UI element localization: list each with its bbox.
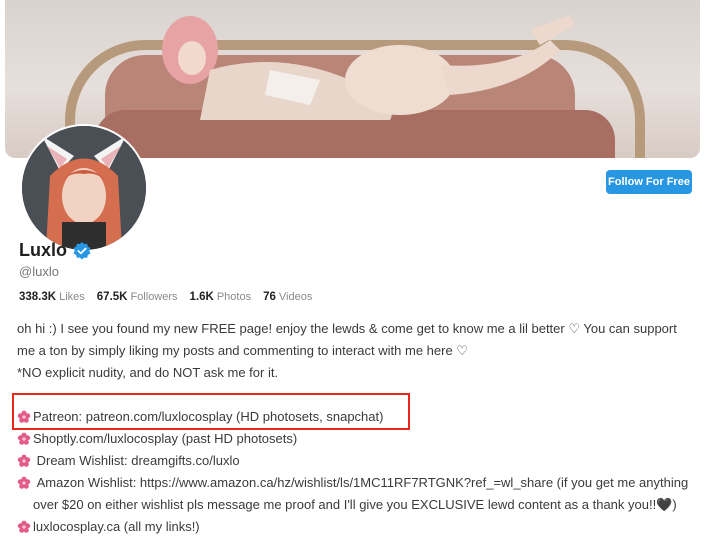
profile-stats: 338.3K Likes 67.5K Followers 1.6K Photos 76… — [19, 291, 312, 303]
bio-link-amazon-wishlist[interactable]: Amazon Wishlist: https://www.amazon.ca/h… — [17, 472, 697, 516]
bio-link-text: Shoptly.com/luxlocosplay (past HD photos… — [33, 431, 298, 446]
profile-name: Luxlo — [19, 240, 91, 261]
flower-icon — [17, 454, 31, 467]
bio-note: *NO explicit nudity, and do NOT ask me f… — [17, 365, 279, 380]
bio-link-website[interactable]: luxlocosplay.ca (all my links!) — [17, 516, 697, 538]
stat-videos: 76 Videos — [263, 291, 313, 303]
avatar[interactable] — [20, 124, 148, 252]
flower-icon — [17, 520, 31, 533]
bio-link-text: Amazon Wishlist: https://www.amazon.ca/h… — [33, 475, 692, 512]
profile-handle: @luxlo — [19, 264, 59, 279]
bio-link-shoptly[interactable]: Shoptly.com/luxlocosplay (past HD photos… — [17, 428, 697, 450]
flower-icon — [17, 432, 31, 445]
bio-link-dream-wishlist[interactable]: Dream Wishlist: dreamgifts.co/luxlo — [17, 450, 697, 472]
verified-badge-icon — [73, 241, 91, 259]
bio-intro: oh hi :) I see you found my new FREE pag… — [17, 321, 677, 358]
bio-link-text: luxlocosplay.ca (all my links!) — [33, 519, 200, 534]
stat-followers: 67.5K Followers — [96, 291, 178, 303]
flower-icon — [17, 476, 31, 489]
stat-photos: 1.6K Photos — [189, 291, 252, 303]
profile-name-text: Luxlo — [19, 240, 67, 260]
stat-likes: 338.3K Likes — [19, 291, 85, 303]
follow-button[interactable]: Follow For Free — [606, 170, 692, 194]
highlight-box — [12, 393, 410, 430]
bio-link-text: Dream Wishlist: dreamgifts.co/luxlo — [33, 453, 240, 468]
